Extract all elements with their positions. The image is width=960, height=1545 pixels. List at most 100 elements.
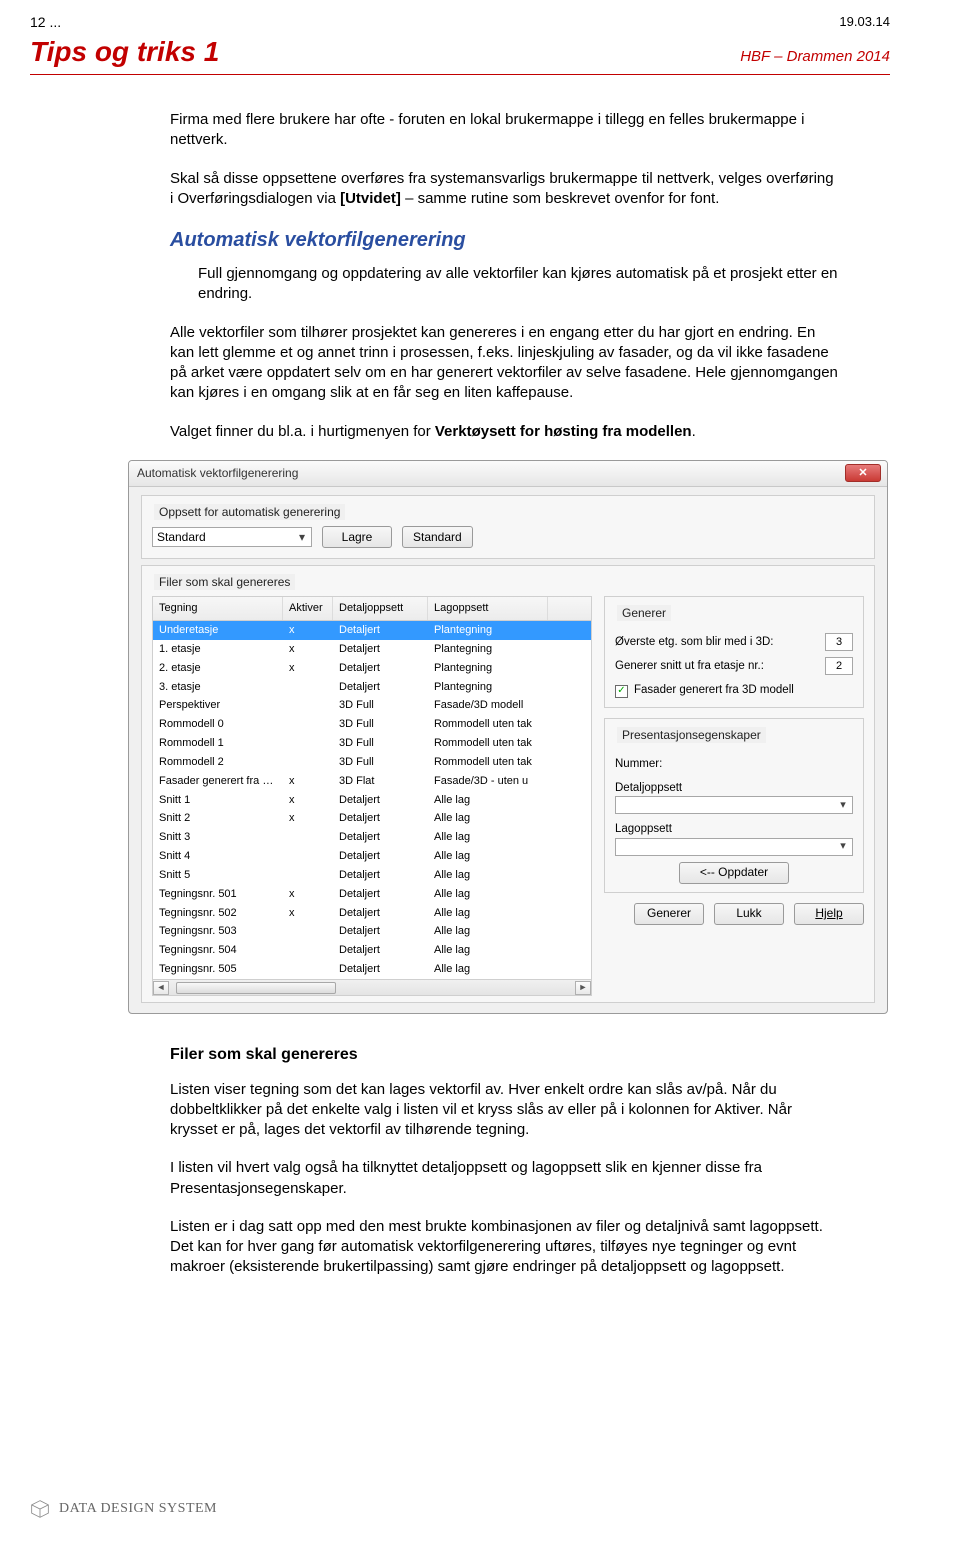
table-cell [283, 753, 333, 772]
table-cell: 3. etasje [153, 678, 283, 697]
table-cell: 1. etasje [153, 640, 283, 659]
table-cell: Alle lag [428, 960, 548, 979]
table-cell: Rommodell 0 [153, 715, 283, 734]
table-row[interactable]: Rommodell 13D FullRommodell uten tak [153, 734, 591, 753]
table-cell [283, 734, 333, 753]
table-row[interactable]: Snitt 4 DetaljertAlle lag [153, 847, 591, 866]
table-cell: 2. etasje [153, 659, 283, 678]
table-row[interactable]: Tegningsnr. 505DetaljertAlle lag [153, 960, 591, 979]
table-cell: Alle lag [428, 847, 548, 866]
scroll-thumb[interactable] [176, 982, 336, 994]
table-cell: Fasader generert fra 3... [153, 772, 283, 791]
table-cell: Alle lag [428, 809, 548, 828]
table-row[interactable]: 1. etasjexDetaljertPlantegning [153, 640, 591, 659]
table-cell: Tegningsnr. 505 [153, 960, 283, 979]
group-generer-label: Generer [617, 605, 671, 621]
detalj-label: Detaljoppsett [615, 781, 853, 797]
text-bold: [Utvidet] [340, 190, 401, 207]
text: Hjelp [815, 905, 842, 921]
table-cell: Rommodell 1 [153, 734, 283, 753]
files-table[interactable]: Tegning Aktiver Detaljoppsett Lagoppsett… [152, 596, 592, 996]
col-detalj[interactable]: Detaljoppsett [333, 597, 428, 620]
vector-paragraph-3: Valget finner du bl.a. i hurtigmenyen fo… [170, 422, 840, 442]
table-row[interactable]: Tegningsnr. 504DetaljertAlle lag [153, 941, 591, 960]
close-button[interactable]: ✕ [845, 464, 881, 482]
footer-brand: DATA DESIGN SYSTEM [59, 1501, 217, 1517]
chevron-down-icon: ▾ [297, 529, 307, 545]
page-date: 19.03.14 [839, 14, 890, 29]
table-cell [283, 696, 333, 715]
text: . [692, 423, 696, 440]
table-cell: Detaljert [333, 621, 428, 640]
table-cell: Tegningsnr. 503 [153, 922, 283, 941]
table-cell: Alle lag [428, 904, 548, 923]
intro-paragraph-2: Skal så disse oppsettene overføres fra s… [170, 169, 840, 210]
table-row[interactable]: 2. etasjexDetaljertPlantegning [153, 659, 591, 678]
table-cell: Snitt 4 [153, 847, 283, 866]
generer-button[interactable]: Generer [634, 903, 704, 925]
table-cell: Detaljert [333, 791, 428, 810]
table-cell [283, 960, 333, 979]
table-cell: Detaljert [333, 866, 428, 885]
table-cell: Detaljert [333, 847, 428, 866]
table-row[interactable]: Fasader generert fra 3...x3D FlatFasade/… [153, 772, 591, 791]
section-heading-vector: Automatisk vektorfilgenerering [170, 227, 840, 254]
table-row[interactable]: Snitt 1xDetaljertAlle lag [153, 791, 591, 810]
lagre-button[interactable]: Lagre [322, 526, 392, 548]
table-row[interactable]: Rommodell 03D FullRommodell uten tak [153, 715, 591, 734]
chevron-down-icon: ▾ [838, 839, 848, 854]
lag-combo[interactable]: ▾ [615, 838, 853, 856]
detalj-combo[interactable]: ▾ [615, 796, 853, 814]
scroll-right-icon[interactable]: ► [575, 981, 591, 995]
table-cell: Alle lag [428, 866, 548, 885]
close-icon: ✕ [858, 466, 867, 481]
table-row[interactable]: 3. etasjeDetaljertPlantegning [153, 678, 591, 697]
table-cell: Detaljert [333, 678, 428, 697]
table-cell: 3D Flat [333, 772, 428, 791]
lukk-button[interactable]: Lukk [714, 903, 784, 925]
combo-value: Standard [157, 529, 206, 545]
overste-input[interactable]: 3 [825, 633, 853, 651]
table-row[interactable]: Tegningsnr. 502xDetaljertAlle lag [153, 904, 591, 923]
dialog-vector-generation: Automatisk vektorfilgenerering ✕ Oppsett… [128, 460, 888, 1014]
standard-button[interactable]: Standard [402, 526, 473, 548]
table-row[interactable]: Snitt 5DetaljertAlle lag [153, 866, 591, 885]
table-cell [283, 678, 333, 697]
table-row[interactable]: UnderetasjexDetaljertPlantegning [153, 621, 591, 640]
table-cell: Perspektiver [153, 696, 283, 715]
table-row[interactable]: Tegningsnr. 503DetaljertAlle lag [153, 922, 591, 941]
overste-label: Øverste etg. som blir med i 3D: [615, 635, 774, 651]
col-tegning[interactable]: Tegning [153, 597, 283, 620]
files-paragraph-3: Listen er i dag satt opp med den mest br… [170, 1217, 840, 1278]
table-cell [283, 847, 333, 866]
table-cell: x [283, 791, 333, 810]
page-subtitle: HBF – Drammen 2014 [740, 48, 890, 65]
table-cell: Tegningsnr. 502 [153, 904, 283, 923]
col-lag[interactable]: Lagoppsett [428, 597, 548, 620]
scroll-left-icon[interactable]: ◄ [153, 981, 169, 995]
setup-combo[interactable]: Standard ▾ [152, 527, 312, 547]
snitt-input[interactable]: 2 [825, 657, 853, 675]
horizontal-scrollbar[interactable]: ◄ ► [153, 979, 591, 995]
table-cell: 3D Full [333, 715, 428, 734]
table-cell [283, 715, 333, 734]
table-cell: Snitt 1 [153, 791, 283, 810]
vector-paragraph-2: Alle vektorfiler som tilhører prosjektet… [170, 323, 840, 404]
table-cell: Detaljert [333, 659, 428, 678]
oppdater-button[interactable]: <-- Oppdater [679, 862, 789, 884]
group-presentasjon-label: Presentasjonsegenskaper [617, 727, 766, 743]
table-cell: x [283, 809, 333, 828]
table-row[interactable]: Snitt 3DetaljertAlle lag [153, 828, 591, 847]
hjelp-button[interactable]: Hjelp [794, 903, 864, 925]
table-row[interactable]: Rommodell 23D FullRommodell uten tak [153, 753, 591, 772]
table-row[interactable]: Tegningsnr. 501xDetaljertAlle lag [153, 885, 591, 904]
table-row[interactable]: Snitt 2xDetaljertAlle lag [153, 809, 591, 828]
table-cell: Fasade/3D - uten u [428, 772, 548, 791]
table-row[interactable]: Perspektiver3D FullFasade/3D modell [153, 696, 591, 715]
table-cell: Underetasje [153, 621, 283, 640]
col-aktiver[interactable]: Aktiver [283, 597, 333, 620]
intro-paragraph-1: Firma med flere brukere har ofte - forut… [170, 110, 840, 151]
nummer-label: Nummer: [615, 757, 853, 773]
fasader-checkbox[interactable]: ✓ [615, 685, 628, 698]
table-cell: Detaljert [333, 828, 428, 847]
